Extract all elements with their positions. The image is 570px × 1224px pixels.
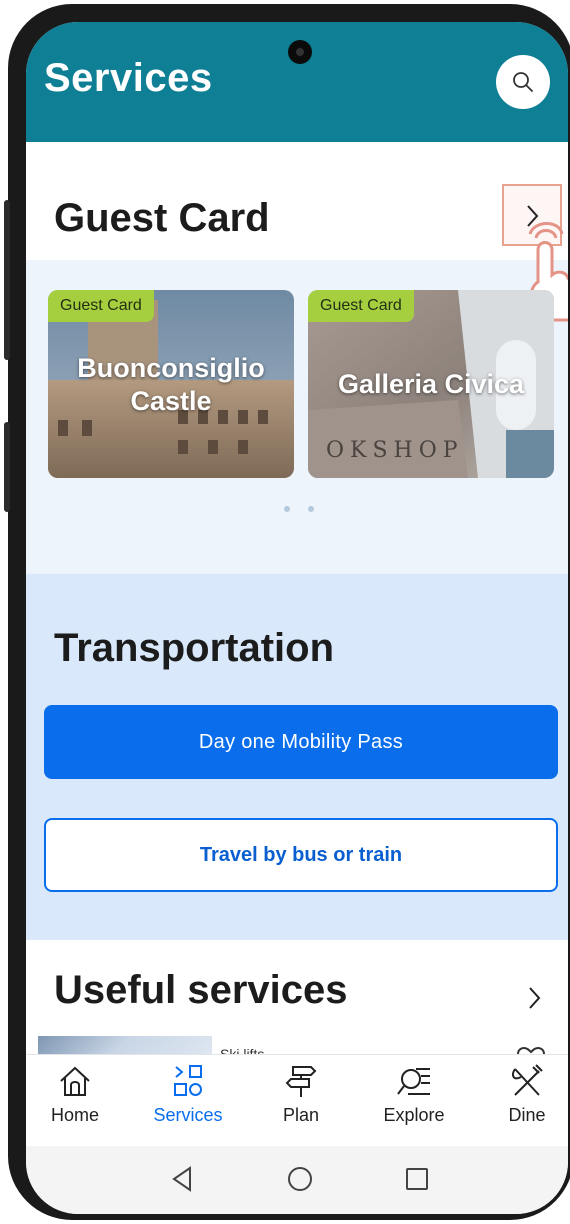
card-title-line: Buonconsiglio: [77, 353, 265, 383]
system-navigation-bar: [26, 1146, 568, 1214]
guest-card-buonconsiglio[interactable]: Guest Card Buonconsiglio Castle: [48, 290, 294, 478]
nav-dine-label: Dine: [508, 1105, 546, 1125]
guest-card-section: Guest Card Guest Card Buonconsiglio Cast…: [26, 142, 568, 574]
nav-dine[interactable]: Dine: [477, 1061, 568, 1141]
useful-services-more-button[interactable]: [512, 976, 556, 1020]
guest-card-title: Guest Card: [54, 196, 270, 240]
carousel-dot[interactable]: [308, 506, 314, 512]
nav-plan[interactable]: Plan: [251, 1061, 351, 1141]
transportation-title: Transportation: [54, 626, 335, 670]
screen: Services Guest Card Guest Card Buonconsi…: [26, 22, 568, 1214]
nav-services-label: Services: [153, 1105, 223, 1125]
power-button: [4, 422, 10, 512]
carousel-dots: [284, 506, 314, 512]
guest-card-badge: Guest Card: [308, 290, 414, 322]
nav-plan-label: Plan: [282, 1105, 320, 1125]
transportation-section: Transportation Day one Mobility Pass Tra…: [26, 574, 568, 940]
page-title: Services: [44, 56, 213, 100]
volume-button: [4, 200, 10, 360]
nav-home-label: Home: [50, 1105, 99, 1125]
services-icon: [174, 1065, 202, 1096]
chevron-right-icon: [529, 987, 541, 1009]
card-title-line: Castle: [130, 386, 212, 416]
mobility-pass-button[interactable]: Day one Mobility Pass: [44, 705, 558, 779]
useful-services-section: Useful services Ski lifts: [26, 940, 568, 1066]
nav-home[interactable]: Home: [26, 1061, 125, 1141]
travel-bus-train-button[interactable]: Travel by bus or train: [44, 818, 558, 892]
card-title: Galleria Civica: [337, 369, 525, 399]
app-header: Services: [26, 22, 568, 142]
bottom-navigation: Home Services Plan Explore Dine: [26, 1054, 568, 1146]
useful-services-title: Useful services: [54, 968, 348, 1012]
nav-services[interactable]: Services: [138, 1061, 238, 1141]
recents-icon[interactable]: [404, 1166, 430, 1192]
home-icon: [60, 1066, 90, 1096]
nav-explore[interactable]: Explore: [364, 1061, 464, 1141]
front-camera: [288, 40, 312, 64]
search-icon: [513, 72, 533, 92]
carousel-dot[interactable]: [284, 506, 290, 512]
guest-card-galleria-civica[interactable]: OKSHOP Guest Card Galleria Civica: [308, 290, 554, 478]
home-circle-icon[interactable]: [286, 1165, 314, 1193]
nav-explore-label: Explore: [383, 1105, 445, 1125]
phone-frame: Services Guest Card Guest Card Buonconsi…: [4, 4, 570, 1220]
search-button[interactable]: [496, 55, 550, 109]
guest-card-badge: Guest Card: [48, 290, 154, 322]
fork-knife-icon: [512, 1064, 543, 1096]
back-icon[interactable]: [170, 1166, 194, 1192]
explore-icon: [397, 1068, 430, 1095]
card-title: Buonconsiglio Castle: [48, 352, 294, 418]
signpost-icon: [285, 1066, 317, 1097]
card-image-text: OKSHOP: [326, 438, 464, 463]
